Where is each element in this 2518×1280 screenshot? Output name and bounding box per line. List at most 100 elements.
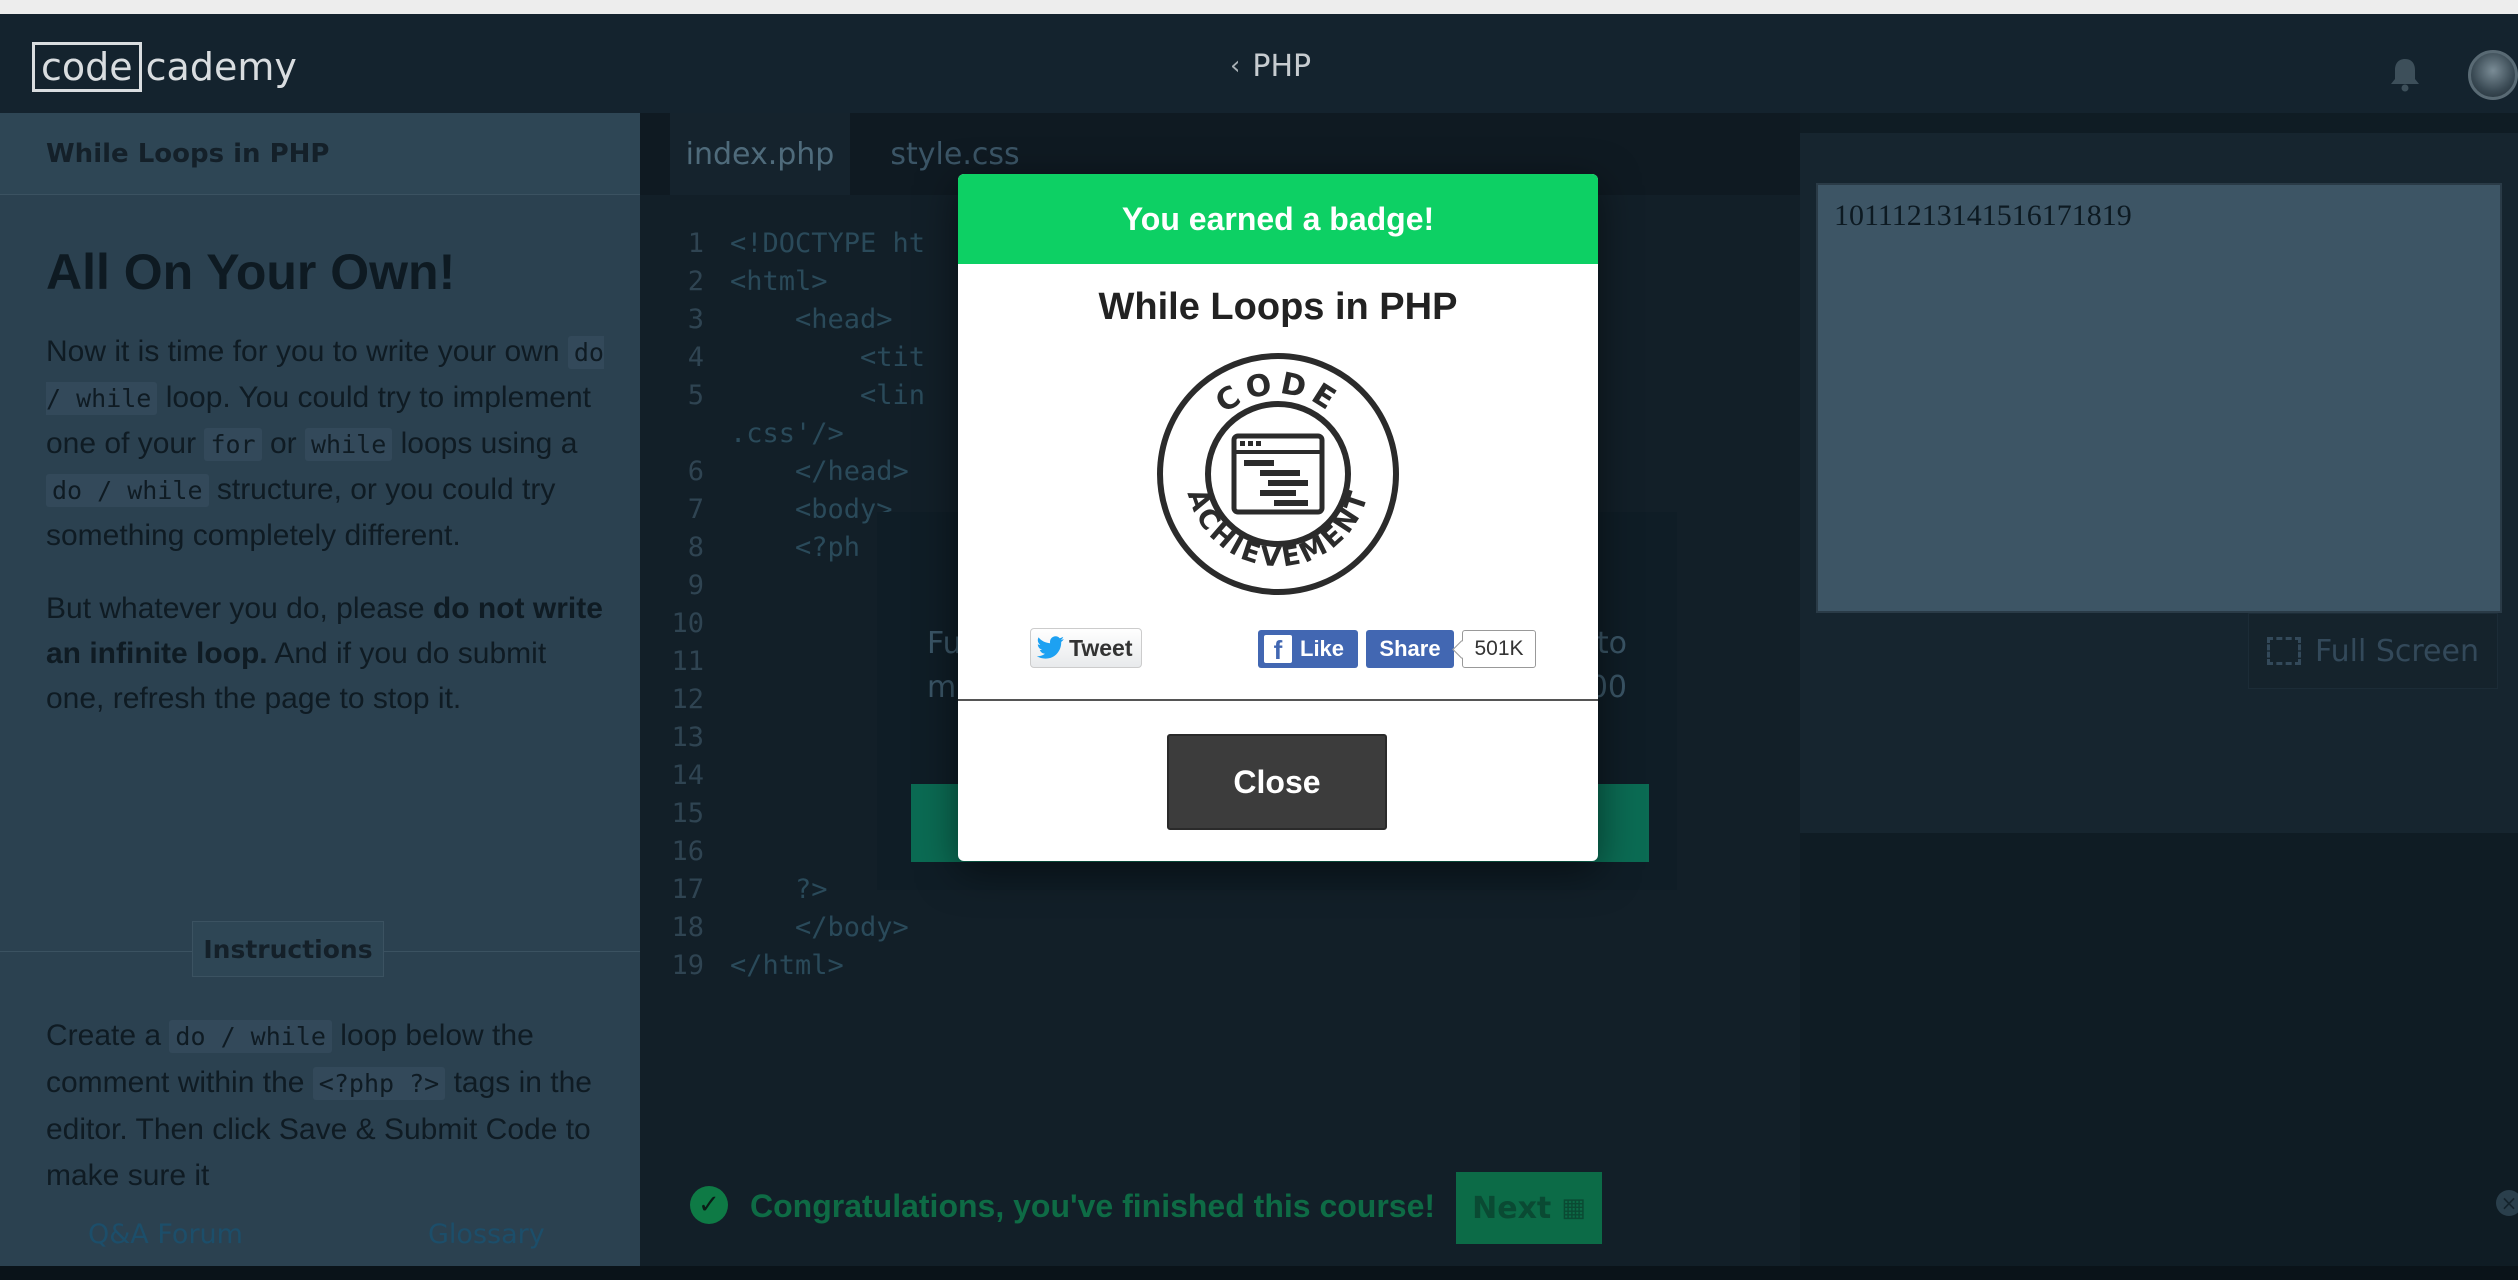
lesson-body: Now it is time for you to write your own… (46, 329, 610, 721)
p1-text-d: loops using a (400, 427, 578, 460)
code-line: 19 </html> (640, 947, 1800, 985)
line-number: 2 (687, 266, 704, 297)
notification-bell-icon[interactable] (2388, 56, 2422, 92)
code-line: 18 </body> (640, 909, 1800, 947)
lesson-title: All On Your Own! (46, 244, 456, 300)
line-content (716, 605, 730, 643)
line-content: <html> (730, 266, 828, 297)
line-content: .css'/> (730, 418, 844, 449)
qa-forum-link[interactable]: Q&A Forum (88, 1219, 243, 1250)
line-content: ?> (730, 874, 828, 905)
share-label: Share (1379, 636, 1441, 661)
code-for: for (204, 428, 262, 461)
bottom-strip (0, 1266, 2518, 1280)
line-content: </head> (730, 456, 909, 487)
logo-cademy-text: cademy (145, 45, 297, 89)
p1-text-a: Now it is time for you to write your own (46, 335, 560, 368)
codecademy-logo[interactable]: code cademy (32, 42, 297, 92)
close-icon[interactable]: × (2496, 1190, 2518, 1216)
background-dialog-text-left: Fu m (927, 626, 962, 705)
line-number: 15 (671, 798, 704, 829)
instr-code-php-tags: <?php ?> (312, 1067, 446, 1100)
tab-index-php[interactable]: index.php (670, 113, 850, 195)
facebook-like-button[interactable]: f Like (1258, 630, 1358, 668)
checkmark-icon: ✓ (690, 1186, 728, 1224)
next-button[interactable]: Next ▦ (1456, 1172, 1602, 1244)
glossary-link[interactable]: Glossary (428, 1219, 545, 1250)
line-content (716, 795, 730, 833)
line-number: 12 (671, 684, 704, 715)
top-header: code cademy ‹ PHP (0, 14, 2518, 113)
lesson-paragraph-1: Now it is time for you to write your own… (46, 329, 610, 558)
like-label: Like (1300, 636, 1345, 661)
instr-code-do-while: do / while (169, 1020, 332, 1053)
line-content: <tit (730, 342, 926, 373)
line-content: <head> (730, 304, 893, 335)
badge-modal: You earned a badge! While Loops in PHP C… (958, 174, 1598, 861)
chevron-left-icon: ‹ (1230, 51, 1241, 81)
code-achievement-badge-icon: CODE ACHIEVEMENT (1157, 353, 1399, 595)
course-name: PHP (1252, 48, 1312, 84)
line-content: </html> (730, 950, 844, 981)
fullscreen-button[interactable]: Full Screen (2248, 613, 2498, 689)
course-nav-link[interactable]: ‹ PHP (1230, 44, 1311, 88)
line-number: 18 (671, 912, 704, 943)
line-number: 11 (671, 646, 704, 677)
p1-text-c: or (269, 427, 297, 460)
instr-text-a: Create a (46, 1019, 162, 1052)
line-content (716, 833, 730, 871)
share-count: 501K (1462, 630, 1536, 668)
line-number (640, 415, 716, 453)
line-content: <!DOCTYPE ht (730, 228, 926, 259)
modal-divider (958, 699, 1598, 701)
badge-modal-header: You earned a badge! (958, 174, 1598, 264)
share-row: Tweet f Like Share 501K (958, 628, 1598, 672)
line-number: 6 (687, 456, 704, 487)
next-grid-icon: ▦ (1561, 1193, 1586, 1223)
lesson-breadcrumb: While Loops in PHP (0, 113, 640, 195)
preview-output: 10111213141516171819 (1816, 183, 2502, 613)
badge-bottom-text: ACHIEVEMENT (1181, 485, 1373, 573)
browser-top-strip (0, 0, 2518, 14)
congrats-message: Congratulations, you've finished this co… (750, 1188, 1436, 1224)
line-number: 19 (671, 950, 704, 981)
badge-title: While Loops in PHP (1098, 286, 1458, 328)
code-while: while (304, 428, 393, 461)
preview-wrapper: 10111213141516171819 Full Screen (1800, 133, 2518, 833)
line-content: </body> (730, 912, 909, 943)
line-content (716, 567, 730, 605)
line-number: 1 (687, 228, 704, 259)
line-content (716, 757, 730, 795)
twitter-bird-icon (1037, 636, 1064, 659)
line-number: 16 (671, 836, 704, 867)
badge-top-text: CODE (1210, 366, 1341, 420)
user-avatar[interactable] (2468, 50, 2518, 100)
line-content: <body> (730, 494, 893, 525)
tweet-button[interactable]: Tweet (1030, 628, 1142, 668)
course-complete-bar: ✓ Congratulations, you've finished this … (640, 1168, 1800, 1248)
facebook-share-button[interactable]: Share (1366, 630, 1454, 668)
p2-text-a: But whatever you do, please (46, 592, 425, 625)
close-button[interactable]: Close (1167, 734, 1387, 830)
line-content: <?ph (730, 532, 861, 563)
line-number: 7 (687, 494, 704, 525)
instructions-tab[interactable]: Instructions (192, 921, 384, 977)
svg-text:ACHIEVEMENT: ACHIEVEMENT (1181, 485, 1376, 573)
line-number: 10 (671, 608, 704, 639)
tweet-label: Tweet (1069, 634, 1133, 661)
preview-panel: 10111213141516171819 Full Screen (1800, 113, 2518, 1266)
code-do-while-2: do / while (46, 474, 209, 507)
next-label: Next (1472, 1190, 1552, 1226)
line-number: 5 (687, 380, 704, 411)
line-content (716, 643, 730, 681)
line-number: 9 (687, 570, 704, 601)
line-number: 4 (687, 342, 704, 373)
instructions-body: Create a do / while loop below the comme… (46, 1013, 606, 1199)
fullscreen-label: Full Screen (2315, 633, 2479, 669)
logo-code-text: code (32, 42, 142, 92)
line-number: 14 (671, 760, 704, 791)
lesson-footer: Q&A Forum Glossary (0, 1203, 640, 1266)
fullscreen-icon (2267, 637, 2301, 665)
line-content (716, 719, 730, 757)
facebook-f-icon: f (1264, 635, 1292, 663)
